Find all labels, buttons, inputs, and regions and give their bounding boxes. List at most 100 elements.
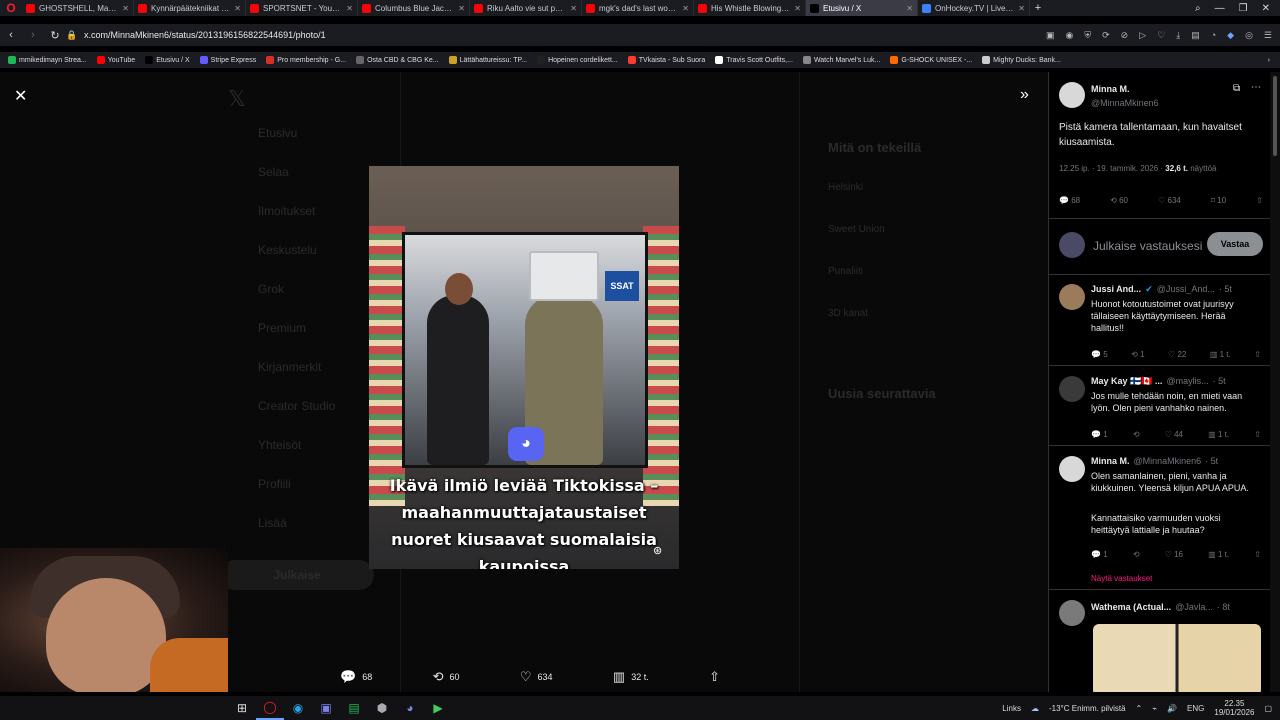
post-share-icon[interactable]: ⇧ (1256, 196, 1263, 205)
avatar[interactable] (1059, 456, 1085, 482)
close-tab-icon[interactable]: ✕ (682, 4, 689, 13)
reply-item[interactable]: Jussi And... ✔ @Jussi_And... · 5t Huonot… (1049, 276, 1270, 366)
browser-tab[interactable]: mgk's dad's last words #m✕ (582, 0, 694, 16)
shield-icon[interactable]: ⛨ (1084, 30, 1091, 41)
reply-like-stat[interactable]: ♡ 16 (1165, 550, 1183, 559)
terminal-taskbar-icon[interactable]: ▶ (424, 696, 452, 720)
reply-repost-stat[interactable]: ⟲ 1 (1131, 350, 1144, 359)
browser-tab[interactable]: Etusivu / X ✕ (806, 0, 918, 16)
url-input[interactable]: x.com/MinnaMkinen6/status/20131961568225… (84, 30, 1046, 40)
close-tab-icon[interactable]: ✕ (570, 4, 577, 13)
notifications-icon[interactable]: ▢ (1264, 704, 1272, 713)
bookmark-item[interactable]: Osta CBD & CBG Ke... (356, 56, 439, 64)
edge-taskbar-icon[interactable]: ◉ (284, 696, 312, 720)
share-action[interactable]: ⇧ (709, 668, 720, 686)
views-action[interactable]: ▥ 32 t. (613, 668, 649, 686)
reply-time[interactable]: · 5t (1213, 376, 1226, 387)
grok-icon[interactable]: ⧉ (1233, 83, 1240, 94)
spotify-taskbar-icon[interactable]: ▤ (340, 696, 368, 720)
bookmarks-overflow-icon[interactable]: › (1268, 57, 1280, 64)
bookmark-item[interactable]: Pro membership - G... (266, 56, 346, 64)
forward-icon[interactable]: › (22, 29, 44, 41)
bookmark-item[interactable]: Watch Marvel's Luk... (802, 56, 880, 64)
translate-icon[interactable]: ⟳ (1102, 30, 1110, 41)
avatar[interactable] (1059, 82, 1085, 108)
reply-like-stat[interactable]: ♡ 44 (1165, 430, 1183, 439)
reply-time[interactable]: · 5t (1219, 284, 1232, 295)
aria-icon[interactable]: ◎ (1245, 30, 1253, 41)
reply-button[interactable]: Vastaa (1207, 232, 1263, 256)
show-replies-link[interactable]: Näytä vastaukset (1091, 574, 1152, 583)
play-icon[interactable]: ▷ (1139, 30, 1146, 41)
task-view-icon[interactable]: ⊞ (228, 696, 256, 720)
reply-views-stat[interactable]: ▥ 1 t. (1208, 430, 1229, 439)
reply-action[interactable]: 💬 68 (340, 668, 372, 686)
minimize-button[interactable]: — (1215, 3, 1225, 14)
reply-author-handle[interactable]: @MinnaMkinen6 (1134, 456, 1202, 466)
avatar[interactable] (1059, 284, 1085, 310)
language-indicator[interactable]: ENG (1187, 704, 1204, 713)
back-icon[interactable]: ‹ (0, 29, 22, 41)
post-repost-stat[interactable]: ⟲ 60 (1110, 196, 1128, 205)
opera-taskbar-icon[interactable]: ◯ (256, 696, 284, 720)
reply-reply-stat[interactable]: 💬 1 (1091, 430, 1108, 439)
menu-icon[interactable]: ☰ (1264, 30, 1272, 41)
reply-share-icon[interactable]: ⇧ (1254, 430, 1261, 439)
browser-tab[interactable]: GHOSTSHELL, Mannequin ✕ (22, 0, 134, 16)
reply-comic-image[interactable] (1093, 624, 1261, 692)
reply-time[interactable]: · 8t (1217, 602, 1230, 612)
network-icon[interactable]: ⌁ (1152, 704, 1157, 713)
browser-tab[interactable]: Columbus Blue Jackets at ✕ (358, 0, 470, 16)
close-tab-icon[interactable]: ✕ (122, 4, 129, 13)
reply-item[interactable]: Minna M. @MinnaMkinen6 · 5t Olen samanla… (1049, 448, 1270, 590)
heart-icon[interactable]: ♡ (1157, 30, 1165, 41)
alt-text-icon[interactable]: ⊛ (653, 544, 662, 557)
browser-tab[interactable]: Riku Aalto vie sut paremm✕ (470, 0, 582, 16)
weather-text[interactable]: -13°C Enimm. pilvistä (1049, 704, 1126, 713)
bookmark-item[interactable]: Lättähattureissu: TP... (448, 56, 527, 64)
opera-logo-icon[interactable]: O (0, 0, 22, 16)
close-tab-icon[interactable]: ✕ (906, 4, 913, 13)
tray-chevron-icon[interactable]: ⌃ (1136, 704, 1143, 713)
reply-author-name[interactable]: Jussi And... (1091, 284, 1141, 295)
links-toolbar[interactable]: Links (1002, 704, 1021, 713)
repost-action[interactable]: ⟲ 60 (433, 668, 460, 686)
close-tab-icon[interactable]: ✕ (458, 4, 465, 13)
screenshot-icon[interactable]: ▣ (1046, 30, 1055, 41)
author-handle[interactable]: @MinnaMkinen6 (1091, 98, 1159, 108)
app-taskbar-icon[interactable]: ⬢ (368, 696, 396, 720)
wallet-icon[interactable]: ▤ (1191, 30, 1200, 41)
author-name[interactable]: Minna M. (1091, 84, 1130, 94)
more-icon[interactable]: ⋯ (1251, 82, 1261, 93)
profile-icon[interactable]: ◔ (1211, 30, 1216, 41)
download-icon[interactable]: ⤓ (1176, 30, 1180, 41)
reply-author-name[interactable]: Wathema (Actual... (1091, 602, 1171, 612)
reply-share-icon[interactable]: ⇧ (1254, 550, 1261, 559)
bookmark-item[interactable]: Etusivu / X (145, 56, 190, 64)
reply-author-handle[interactable]: @Javla... (1175, 602, 1213, 612)
close-tab-icon[interactable]: ✕ (346, 4, 353, 13)
browser-tab[interactable]: SPORTSNET - YouTube ✕ (246, 0, 358, 16)
avatar[interactable] (1059, 600, 1085, 626)
reply-time[interactable]: · 5t (1205, 456, 1218, 466)
bookmark-item[interactable]: YouTube (96, 56, 135, 64)
camera-icon[interactable]: ◉ (1065, 30, 1073, 41)
reload-icon[interactable]: ↻ (44, 29, 66, 42)
like-action[interactable]: ♡ 634 (520, 668, 553, 686)
expand-panel-icon[interactable]: » (1020, 86, 1029, 104)
panel-scrollbar[interactable] (1270, 72, 1280, 692)
close-window-button[interactable]: ✕ (1262, 3, 1270, 14)
post-like-stat[interactable]: ♡ 634 (1158, 196, 1181, 205)
bookmark-item[interactable]: Hopeinen cordelikett... (537, 56, 618, 64)
reply-views-stat[interactable]: ▥ 1 t. (1210, 350, 1231, 359)
teams-taskbar-icon[interactable]: ▣ (312, 696, 340, 720)
bookmark-item[interactable]: TVkaista - Sub Suora (627, 56, 705, 64)
reply-reply-stat[interactable]: 💬 1 (1091, 550, 1108, 559)
reply-views-stat[interactable]: ▥ 1 t. (1208, 550, 1229, 559)
bookmark-item[interactable]: Travis Scott Outfits,... (715, 56, 793, 64)
avatar[interactable] (1059, 376, 1085, 402)
reply-item[interactable]: Wathema (Actual... @Javla... · 8t (1049, 592, 1270, 692)
clock[interactable]: 22.35 19/01/2026 (1214, 699, 1254, 717)
close-tab-icon[interactable]: ✕ (234, 4, 241, 13)
search-tabs-icon[interactable]: ⌕ (1195, 3, 1201, 14)
